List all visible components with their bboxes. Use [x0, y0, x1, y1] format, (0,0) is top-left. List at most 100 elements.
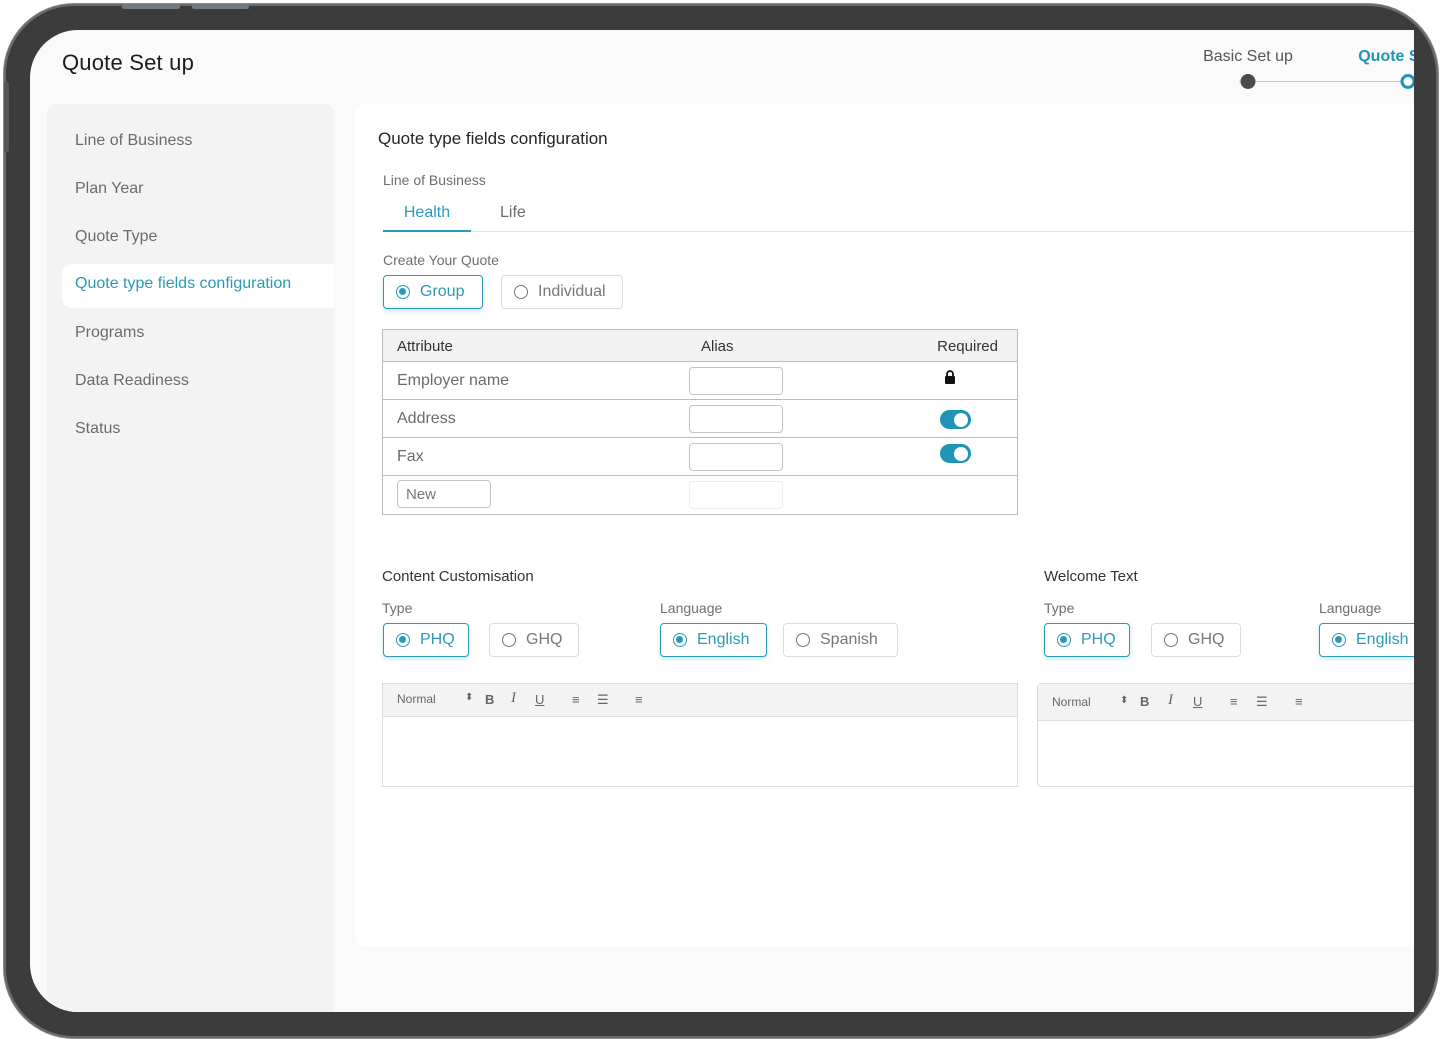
step-active-dot-icon: [1400, 74, 1414, 89]
bullet-list-icon[interactable]: ☰: [597, 692, 609, 708]
step-basic-setup[interactable]: Basic Set up: [1194, 48, 1302, 89]
format-select[interactable]: Normal: [1052, 695, 1091, 709]
radio-label: PHQ: [420, 631, 455, 648]
line-of-business-tabs: Health Life: [383, 200, 1414, 232]
attribute-name: Fax: [397, 448, 424, 465]
required-toggle[interactable]: [940, 444, 971, 463]
table-row: Fax: [383, 438, 1017, 476]
welcome-text-title: Welcome Text: [1044, 568, 1138, 585]
required-toggle[interactable]: [940, 410, 971, 429]
step-quote-setup[interactable]: Quote Set up: [1354, 48, 1414, 89]
italic-button[interactable]: I: [511, 690, 516, 707]
select-arrows-icon[interactable]: ⬍: [1120, 695, 1128, 706]
table-row: Address: [383, 400, 1017, 438]
alias-input[interactable]: [689, 367, 783, 395]
radio-phq[interactable]: PHQ: [383, 623, 469, 657]
radio-english[interactable]: English: [1319, 623, 1414, 657]
radio-label: English: [1356, 631, 1409, 648]
editor-toolbar: Normal ⬍ B I U ≡ ☰ ≡: [383, 684, 1017, 717]
editor-content-area[interactable]: [383, 717, 1017, 787]
underline-button[interactable]: U: [535, 692, 544, 707]
app-screen: Quote Set up Basic Set up Quote Set up L…: [30, 30, 1414, 1012]
page-title: Quote Set up: [62, 50, 195, 75]
align-left-icon[interactable]: ≡: [1295, 694, 1303, 709]
column-header-required: Required: [937, 338, 998, 355]
sidebar-item-line-of-business[interactable]: Line of Business: [75, 132, 192, 150]
tab-life[interactable]: Life: [500, 204, 526, 222]
radio-selected-icon: [396, 633, 410, 647]
type-label: Type: [382, 600, 413, 616]
sidebar-item-programs[interactable]: Programs: [75, 324, 144, 342]
radio-label: English: [697, 631, 750, 648]
radio-label: GHQ: [1188, 631, 1225, 648]
sidebar-item-plan-year[interactable]: Plan Year: [75, 180, 144, 198]
create-quote-label: Create Your Quote: [383, 252, 499, 268]
radio-label: PHQ: [1081, 631, 1116, 648]
step-label: Quote Set up: [1358, 48, 1414, 65]
italic-button[interactable]: I: [1168, 692, 1173, 709]
radio-label: GHQ: [526, 631, 563, 648]
bold-button[interactable]: B: [1140, 694, 1149, 709]
section-title: Quote type fields configuration: [378, 129, 608, 148]
ordered-list-icon[interactable]: ≡: [1230, 694, 1238, 709]
radio-label: Individual: [538, 283, 606, 300]
lock-icon: [945, 370, 955, 384]
step-label: Basic Set up: [1203, 48, 1293, 65]
sidebar-item-status[interactable]: Status: [75, 420, 120, 438]
language-label: Language: [1319, 600, 1382, 616]
hardware-button: [122, 4, 180, 9]
radio-individual[interactable]: Individual: [501, 275, 623, 309]
radio-phq[interactable]: PHQ: [1044, 623, 1130, 657]
content-customisation-title: Content Customisation: [382, 568, 534, 585]
bold-button[interactable]: B: [485, 692, 494, 707]
stepper-line: [1239, 81, 1414, 82]
hardware-button: [4, 82, 9, 152]
table-header: Attribute Alias Required: [383, 330, 1017, 362]
table-row: Employer name: [383, 362, 1017, 400]
attributes-table: Attribute Alias Required Employer name A…: [382, 329, 1018, 515]
radio-label: Spanish: [820, 631, 878, 648]
table-row-new: [383, 476, 1017, 514]
line-of-business-label: Line of Business: [383, 172, 486, 188]
ordered-list-icon[interactable]: ≡: [572, 692, 580, 707]
radio-selected-icon: [396, 285, 410, 299]
type-label: Type: [1044, 600, 1075, 616]
column-header-attribute: Attribute: [397, 338, 453, 355]
radio-unselected-icon: [502, 633, 516, 647]
step-completed-dot-icon: [1240, 74, 1256, 89]
radio-selected-icon: [1332, 633, 1346, 647]
bullet-list-icon[interactable]: ☰: [1256, 694, 1268, 710]
radio-unselected-icon: [1164, 633, 1178, 647]
sidebar: Line of Business Plan Year Quote Type Qu…: [47, 104, 334, 1012]
new-attribute-input[interactable]: [397, 480, 491, 508]
content-rich-text-editor: Normal ⬍ B I U ≡ ☰ ≡: [382, 683, 1018, 787]
radio-ghq[interactable]: GHQ: [489, 623, 579, 657]
language-label: Language: [660, 600, 723, 616]
column-header-alias: Alias: [701, 338, 734, 355]
progress-stepper: Basic Set up Quote Set up: [1114, 48, 1414, 98]
radio-ghq[interactable]: GHQ: [1151, 623, 1241, 657]
attribute-name: Address: [397, 410, 456, 427]
radio-unselected-icon: [514, 285, 528, 299]
radio-group[interactable]: Group: [383, 275, 483, 309]
sidebar-item-quote-type[interactable]: Quote Type: [75, 228, 157, 246]
radio-spanish[interactable]: Spanish: [783, 623, 898, 657]
editor-content-area[interactable]: [1038, 721, 1414, 787]
format-select[interactable]: Normal: [397, 692, 436, 706]
welcome-rich-text-editor: Normal ⬍ B I U ≡ ☰ ≡: [1037, 683, 1414, 787]
main-panel: Quote type fields configuration Line of …: [355, 104, 1414, 947]
select-arrows-icon[interactable]: ⬍: [465, 692, 473, 703]
alias-input[interactable]: [689, 443, 783, 471]
radio-english[interactable]: English: [660, 623, 767, 657]
alias-input-disabled[interactable]: [689, 481, 783, 509]
underline-button[interactable]: U: [1193, 694, 1202, 709]
sidebar-item-data-readiness[interactable]: Data Readiness: [75, 372, 189, 390]
attribute-name: Employer name: [397, 372, 510, 389]
sidebar-item-quote-type-fields-configuration[interactable]: Quote type fields configuration: [62, 264, 334, 308]
radio-unselected-icon: [796, 633, 810, 647]
radio-selected-icon: [1057, 633, 1071, 647]
tab-health[interactable]: Health: [383, 204, 471, 232]
radio-label: Group: [420, 283, 465, 300]
align-left-icon[interactable]: ≡: [635, 692, 643, 707]
alias-input[interactable]: [689, 405, 783, 433]
